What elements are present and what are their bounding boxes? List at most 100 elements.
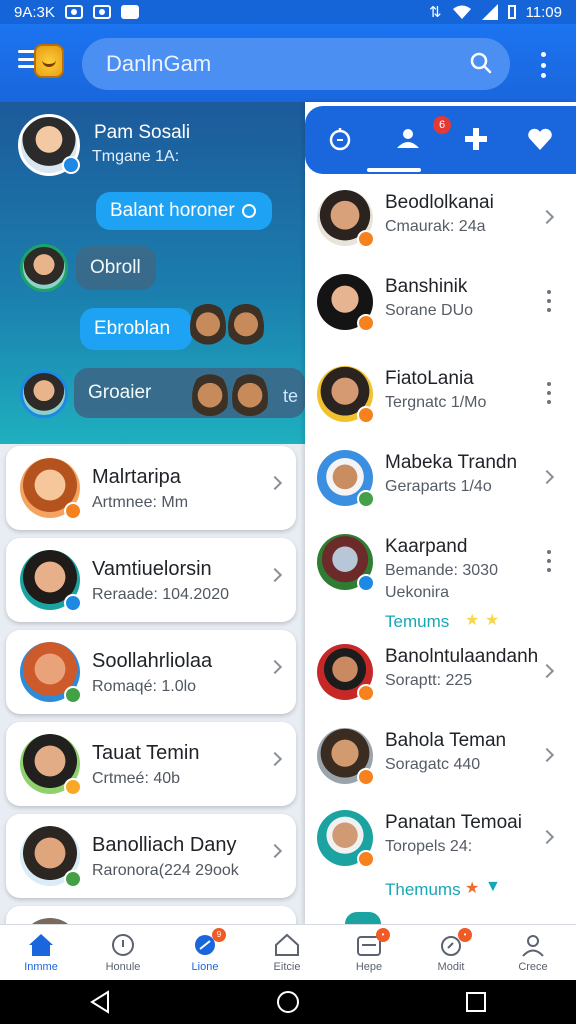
contact-name: Kaarpand [385,536,468,557]
chat-bubble-text: Groaier [88,382,152,403]
chat-bubble[interactable]: Ebroblan [80,308,192,350]
list-item[interactable]: Vamtiuelorsin Reraade: 104.2020 [6,538,296,622]
chevron-right-icon[interactable] [267,843,283,859]
nav-label: Hepe [355,961,383,973]
nav-info[interactable]: Honule [82,925,164,981]
category-tag[interactable]: Temums [385,612,449,632]
verified-badge-icon [62,156,80,174]
contact-item[interactable]: Banolntulaandanh Soraptt: 225 [305,644,576,714]
notification-icon [64,5,83,19]
chevron-right-icon[interactable] [539,663,555,679]
contact-item[interactable]: Mabeka Trandn Geraparts 1/4o [305,450,576,520]
notification-badge: 9 [212,928,226,942]
contact-status: Soraptt: 225 [385,672,473,689]
gamepad-icon[interactable] [461,124,491,154]
contact-item[interactable]: Kaarpand Bemande: 3030 Uekonira [305,534,576,614]
status-badge [64,594,82,612]
nav-inbox[interactable]: • Hepe [328,925,410,981]
contact-item[interactable]: Panatan Temoai Toropels 24: [305,810,576,880]
friend-status: Crtmeé: 40b [92,770,181,787]
chat-overflow-text: te [283,386,299,406]
compass-icon[interactable] [325,124,355,154]
search-bar[interactable]: DanlnGam [82,38,510,90]
more-options-icon[interactable] [546,550,552,572]
nav-explore[interactable]: 9 Lione [164,925,246,981]
chevron-right-icon[interactable] [267,659,283,675]
status-badge [64,502,82,520]
back-icon[interactable] [88,990,112,1014]
tab-bar: 6 [305,106,576,174]
friends-list: Malrtaripa Artmnee: Mm Vamtiuelorsin Rer… [0,444,305,924]
contact-status: Soragatc 440 [385,756,481,773]
battery-icon [507,5,516,19]
status-badge [357,768,375,786]
home-icon [29,934,53,956]
status-badge [357,314,375,332]
contact-name: Banolntulaandanh [385,646,539,667]
list-item[interactable]: Soollahrliolaa Romaqé: 1.0lo [6,630,296,714]
list-item[interactable]: Banolliach Dany Raronora(224 29ook [6,814,296,898]
contact-status: Toropels 24: [385,838,473,855]
chevron-right-icon[interactable] [539,829,555,845]
refresh-icon [241,204,256,218]
person-icon[interactable] [393,124,423,154]
contact-name: Mabeka Trandn [385,452,518,473]
mail-icon [92,5,111,19]
list-item[interactable]: Malrtaripa Artmnee: Mm [6,446,296,530]
home-circle-icon[interactable] [276,990,300,1014]
chat-panel: Pam Sosali Tmgane 1A: Balant horoner Obr… [0,102,305,452]
chevron-right-icon[interactable] [267,751,283,767]
chevron-right-icon[interactable] [539,747,555,763]
list-item[interactable] [6,906,296,924]
contact-status: Sorane DUo [385,302,474,319]
status-badge [357,406,375,424]
friend-name: Tauat Temin [92,742,200,764]
bottom-navigation: Inmme Honule 9 Lione Eitcie • Hepe • Mod… [0,924,576,980]
category-tag[interactable]: Themums [385,880,461,900]
more-options-icon[interactable] [538,52,548,78]
notification-badge: • [458,928,472,942]
more-options-icon[interactable] [546,290,552,312]
contact-item[interactable]: Bahola Teman Soragatc 440 [305,728,576,798]
contact-item[interactable]: Banshinik Sorane DUo [305,274,576,344]
status-badge [357,850,375,868]
nav-label: Honule [105,961,141,973]
contact-item[interactable]: Beodlolkanai Cmaurak: 24a [305,190,576,260]
house-icon [275,933,299,956]
nav-profile[interactable]: Crece [492,925,574,981]
character-avatar [232,370,268,426]
info-icon [112,934,134,956]
chat-bubble[interactable]: Obroll [76,246,156,290]
chevron-right-icon[interactable] [267,567,283,583]
character-avatar [190,300,226,354]
contact-name: Banshinik [385,276,468,297]
nav-house[interactable]: Eitcie [246,925,328,981]
search-text: DanlnGam [106,51,212,76]
recents-icon[interactable] [464,990,488,1014]
status-badge [64,686,82,704]
profile-icon [522,935,544,957]
chat-avatar[interactable] [20,244,68,292]
chevron-right-icon[interactable] [539,469,555,485]
contact-item[interactable]: FiatoLania Tergnatc 1/Mo [305,366,576,436]
chat-bubble[interactable]: Groaier [74,368,305,418]
status-badge [64,870,82,888]
chat-avatar[interactable] [20,370,68,418]
chat-bubble-text: Obroll [90,257,141,278]
search-icon[interactable] [470,52,492,74]
friend-status: Romaqé: 1.0lo [92,678,197,695]
nav-game[interactable]: • Modit [410,925,492,981]
nav-home[interactable]: Inmme [0,925,82,981]
notification-badge: 6 [433,116,451,134]
chevron-right-icon[interactable] [539,209,555,225]
friend-name: Vamtiuelorsin [92,558,212,580]
chevron-right-icon[interactable] [267,475,283,491]
chat-bubble[interactable]: Balant horoner [96,192,272,230]
signal-icon [481,4,498,20]
heart-icon[interactable] [525,124,555,154]
character-avatar [228,300,264,354]
contact-status: Geraparts 1/4o [385,478,492,495]
more-options-icon[interactable] [546,382,552,404]
notification-badge: • [376,928,390,942]
list-item[interactable]: Tauat Temin Crtmeé: 40b [6,722,296,806]
